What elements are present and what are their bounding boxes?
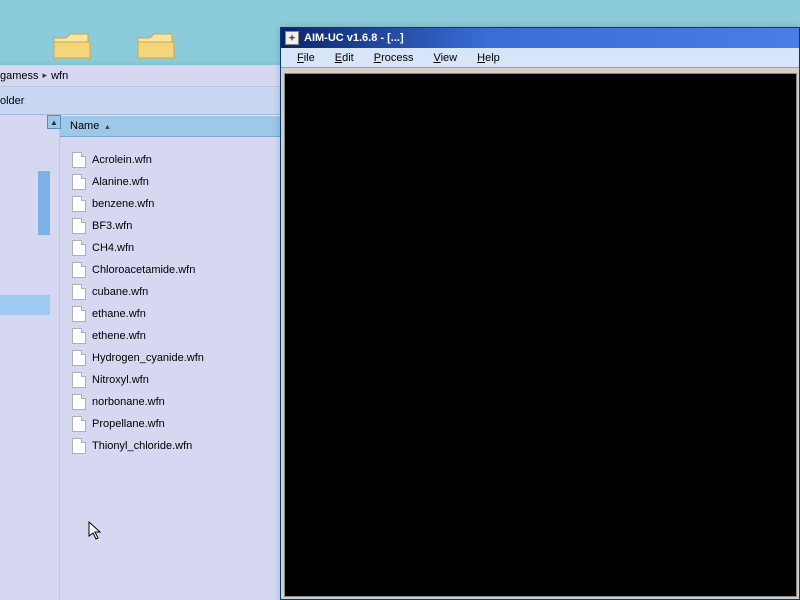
window-title: AIM-UC v1.6.8 - [...] xyxy=(304,32,404,44)
file-icon xyxy=(72,438,86,454)
aim-uc-window: ✦ AIM-UC v1.6.8 - [...] File Edit Proces… xyxy=(280,27,800,600)
file-icon xyxy=(72,328,86,344)
menu-view[interactable]: View xyxy=(423,50,467,66)
list-item[interactable]: Acrolein.wfn xyxy=(66,149,274,171)
file-list-pane: Name ▴ Acrolein.wfn Alanine.wfn benzene.… xyxy=(60,115,280,600)
desktop-folder-icon[interactable] xyxy=(52,30,92,60)
sort-ascending-icon: ▴ xyxy=(105,122,109,131)
file-icon xyxy=(72,262,86,278)
file-name: Acrolein.wfn xyxy=(92,154,152,166)
breadcrumb-segment[interactable]: gamess xyxy=(0,70,39,82)
list-item[interactable]: Nitroxyl.wfn xyxy=(66,369,274,391)
column-header-name[interactable]: Name ▴ xyxy=(60,115,280,137)
file-icon xyxy=(72,174,86,190)
navigation-pane[interactable]: ▲ xyxy=(0,115,60,600)
nav-selection-indicator xyxy=(38,171,50,235)
file-name: Alanine.wfn xyxy=(92,176,149,188)
titlebar[interactable]: ✦ AIM-UC v1.6.8 - [...] xyxy=(281,28,799,48)
list-item[interactable]: ethane.wfn xyxy=(66,303,274,325)
list-item[interactable]: benzene.wfn xyxy=(66,193,274,215)
explorer-toolbar: older xyxy=(0,87,280,115)
list-item[interactable]: cubane.wfn xyxy=(66,281,274,303)
menu-edit[interactable]: Edit xyxy=(325,50,364,66)
menubar: File Edit Process View Help xyxy=(281,48,799,68)
breadcrumb[interactable]: gamess ▸ wfn xyxy=(0,65,280,87)
list-item[interactable]: Alanine.wfn xyxy=(66,171,274,193)
file-name: Hydrogen_cyanide.wfn xyxy=(92,352,204,364)
list-item[interactable]: Hydrogen_cyanide.wfn xyxy=(66,347,274,369)
list-item[interactable]: norbonane.wfn xyxy=(66,391,274,413)
file-icon xyxy=(72,196,86,212)
file-list: Acrolein.wfn Alanine.wfn benzene.wfn BF3… xyxy=(60,137,280,469)
list-item[interactable]: CH4.wfn xyxy=(66,237,274,259)
app-icon: ✦ xyxy=(285,31,299,45)
list-item[interactable]: Chloroacetamide.wfn xyxy=(66,259,274,281)
list-item[interactable]: ethene.wfn xyxy=(66,325,274,347)
list-item[interactable]: Thionyl_chloride.wfn xyxy=(66,435,274,457)
file-name: Nitroxyl.wfn xyxy=(92,374,149,386)
desktop-folder-icon[interactable] xyxy=(136,30,176,60)
menu-help[interactable]: Help xyxy=(467,50,510,66)
file-icon xyxy=(72,350,86,366)
file-name: ethane.wfn xyxy=(92,308,146,320)
file-icon xyxy=(72,394,86,410)
file-icon xyxy=(72,152,86,168)
file-icon xyxy=(72,218,86,234)
menu-file[interactable]: File xyxy=(287,50,325,66)
file-name: norbonane.wfn xyxy=(92,396,165,408)
file-icon xyxy=(72,240,86,256)
file-name: CH4.wfn xyxy=(92,242,134,254)
render-viewport[interactable] xyxy=(284,73,797,597)
file-icon xyxy=(72,306,86,322)
list-item[interactable]: BF3.wfn xyxy=(66,215,274,237)
file-name: Propellane.wfn xyxy=(92,418,165,430)
toolbar-label[interactable]: older xyxy=(0,95,24,107)
file-name: Chloroacetamide.wfn xyxy=(92,264,195,276)
breadcrumb-segment[interactable]: wfn xyxy=(51,70,68,82)
file-name: benzene.wfn xyxy=(92,198,154,210)
file-icon xyxy=(72,416,86,432)
column-header-label: Name xyxy=(70,120,99,132)
file-name: BF3.wfn xyxy=(92,220,132,232)
file-name: ethene.wfn xyxy=(92,330,146,342)
file-name: cubane.wfn xyxy=(92,286,148,298)
chevron-right-icon: ▸ xyxy=(43,70,48,81)
file-name: Thionyl_chloride.wfn xyxy=(92,440,192,452)
file-icon xyxy=(72,372,86,388)
desktop-icons xyxy=(0,0,280,65)
list-item[interactable]: Propellane.wfn xyxy=(66,413,274,435)
collapse-pane-icon[interactable]: ▲ xyxy=(47,115,61,129)
nav-highlight xyxy=(0,295,50,315)
file-icon xyxy=(72,284,86,300)
menu-process[interactable]: Process xyxy=(364,50,424,66)
file-explorer-window: gamess ▸ wfn older ▲ Name ▴ Acrolein.wfn… xyxy=(0,65,280,600)
